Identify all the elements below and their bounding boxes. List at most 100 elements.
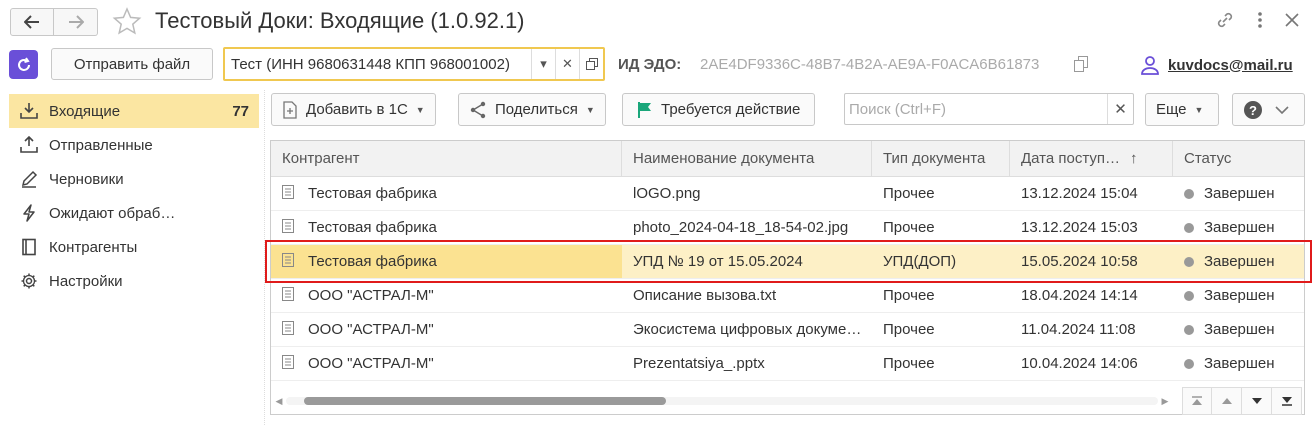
cell-doc-name: Экосистема цифровых документов [633, 321, 869, 338]
more-button[interactable]: Еще ▼ [1145, 93, 1219, 126]
outbox-upload-icon [19, 135, 39, 155]
sidebar-item-label: Настройки [49, 272, 123, 290]
document-icon [282, 354, 294, 373]
sidebar-item-incoming[interactable]: Входящие 77 [9, 94, 259, 128]
table-row[interactable]: ООО "АСТРАЛ-М" Описание вызова.txt Проче… [271, 279, 1304, 313]
table-header: Контрагент Наименование документа Тип до… [271, 141, 1304, 177]
lightning-icon [19, 203, 39, 223]
sidebar-item-settings[interactable]: Настройки [9, 264, 259, 298]
incoming-count-badge: 77 [232, 102, 249, 120]
cell-counterparty: ООО "АСТРАЛ-М" [308, 287, 434, 304]
refresh-app-button[interactable] [9, 50, 38, 79]
arrow-left-icon [24, 15, 39, 29]
down-icon [1251, 398, 1262, 404]
sort-arrow-up-icon: ↑ [1130, 150, 1138, 167]
forward-button[interactable] [54, 8, 98, 36]
document-icon [282, 320, 294, 339]
go-first-button[interactable] [1182, 387, 1212, 415]
sidebar-item-counterparties[interactable]: Контрагенты [9, 230, 259, 264]
cell-doc-type: Прочее [883, 321, 935, 338]
horizontal-scrollbar[interactable]: ◀ ▶ [272, 392, 1172, 410]
help-icon: ? [1244, 100, 1262, 119]
chevron-down-icon: ▼ [1194, 104, 1204, 115]
cell-status: Завершен [1204, 355, 1275, 372]
clear-icon[interactable]: ✕ [555, 49, 579, 79]
row-navigation [1182, 387, 1302, 415]
link-icon[interactable] [1215, 10, 1235, 30]
column-header-doc-name[interactable]: Наименование документа [622, 141, 872, 176]
cell-doc-type: Прочее [883, 185, 935, 202]
user-email[interactable]: kuvdocs@mail.ru [1168, 57, 1293, 74]
search-input[interactable] [845, 95, 1107, 123]
add-to-1c-button[interactable]: Добавить в 1С ▼ [271, 93, 436, 126]
scroll-left-icon[interactable]: ◀ [272, 396, 286, 407]
cell-counterparty: Тестовая фабрика [308, 219, 437, 236]
copy-icon[interactable] [1074, 56, 1088, 76]
organization-value[interactable]: Тест (ИНН 9680631448 КПП 968001002) [225, 56, 531, 73]
help-button[interactable]: ? [1232, 93, 1305, 126]
edo-id-label: ИД ЭДО: [618, 56, 682, 73]
clear-search-icon[interactable]: ✕ [1107, 94, 1133, 124]
cell-doc-name: Описание вызова.txt [633, 287, 777, 304]
cell-date: 10.04.2024 14:06 [1021, 355, 1138, 372]
first-icon [1192, 396, 1202, 405]
status-dot [1184, 324, 1194, 335]
inbox-download-icon [19, 101, 39, 121]
go-previous-button[interactable] [1212, 387, 1242, 415]
go-last-button[interactable] [1272, 387, 1302, 415]
send-file-button[interactable]: Отправить файл [51, 48, 213, 80]
action-required-button[interactable]: Требуется действие [622, 93, 816, 126]
sidebar-item-pending[interactable]: Ожидают обраб… [9, 196, 259, 230]
dropdown-arrow-icon[interactable]: ▾ [531, 49, 555, 79]
table-row[interactable]: ООО "АСТРАЛ-М" Экосистема цифровых докум… [271, 313, 1304, 347]
search-box[interactable]: ✕ [844, 93, 1134, 125]
user-account[interactable]: kuvdocs@mail.ru [1140, 55, 1293, 75]
pencil-icon [19, 169, 39, 189]
more-vertical-icon[interactable] [1257, 11, 1263, 29]
more-label: Еще [1156, 101, 1187, 118]
status-dot [1184, 222, 1194, 233]
sidebar-item-label: Ожидают обраб… [49, 204, 176, 222]
selection-highlight-box [265, 240, 1312, 283]
scroll-right-icon[interactable]: ▶ [1158, 396, 1172, 407]
back-button[interactable] [10, 8, 54, 36]
table-row[interactable]: Тестовая фабрика lOGO.png Прочее 13.12.2… [271, 177, 1304, 211]
sidebar-item-label: Отправленные [49, 136, 153, 154]
column-header-doc-type[interactable]: Тип документа [872, 141, 1010, 176]
sidebar: Входящие 77 Отправленные Черновики Ожида… [9, 94, 259, 298]
document-icon [282, 218, 294, 237]
column-header-counterparty[interactable]: Контрагент [271, 141, 622, 176]
cell-status: Завершен [1204, 287, 1275, 304]
column-header-date[interactable]: Дата поступ… ↑ [1010, 141, 1173, 176]
last-icon [1281, 397, 1292, 406]
chevron-down-icon: ▼ [415, 104, 425, 115]
cell-counterparty: ООО "АСТРАЛ-М" [308, 321, 434, 338]
favorite-star-icon[interactable] [112, 7, 142, 39]
table-row[interactable]: ООО "АСТРАЛ-М" Prezentatsiya_.pptx Проче… [271, 347, 1304, 381]
scroll-thumb[interactable] [304, 397, 666, 405]
scroll-track[interactable] [286, 397, 1158, 405]
document-icon [282, 184, 294, 203]
cell-doc-type: Прочее [883, 355, 935, 372]
status-dot [1184, 290, 1194, 301]
cell-doc-name: Prezentatsiya_.pptx [633, 355, 765, 372]
refresh-icon [17, 56, 30, 71]
sidebar-item-label: Черновики [49, 170, 124, 188]
close-icon[interactable] [1285, 13, 1299, 27]
column-header-status[interactable]: Статус [1173, 141, 1304, 176]
arrow-right-icon [68, 15, 84, 29]
chevron-down-icon [1275, 105, 1289, 114]
cell-status: Завершен [1204, 321, 1275, 338]
organization-field[interactable]: Тест (ИНН 9680631448 КПП 968001002) ▾ ✕ [223, 47, 605, 81]
action-required-label: Требуется действие [661, 101, 801, 118]
add-document-icon [283, 100, 297, 119]
go-next-button[interactable] [1242, 387, 1272, 415]
cell-status: Завершен [1204, 185, 1275, 202]
column-header-date-label: Дата поступ… [1021, 150, 1121, 167]
sidebar-item-drafts[interactable]: Черновики [9, 162, 259, 196]
sidebar-item-sent[interactable]: Отправленные [9, 128, 259, 162]
open-window-icon[interactable] [579, 49, 603, 79]
cell-date: 18.04.2024 14:14 [1021, 287, 1138, 304]
share-button[interactable]: Поделиться ▼ [458, 93, 606, 126]
user-icon [1141, 56, 1159, 75]
